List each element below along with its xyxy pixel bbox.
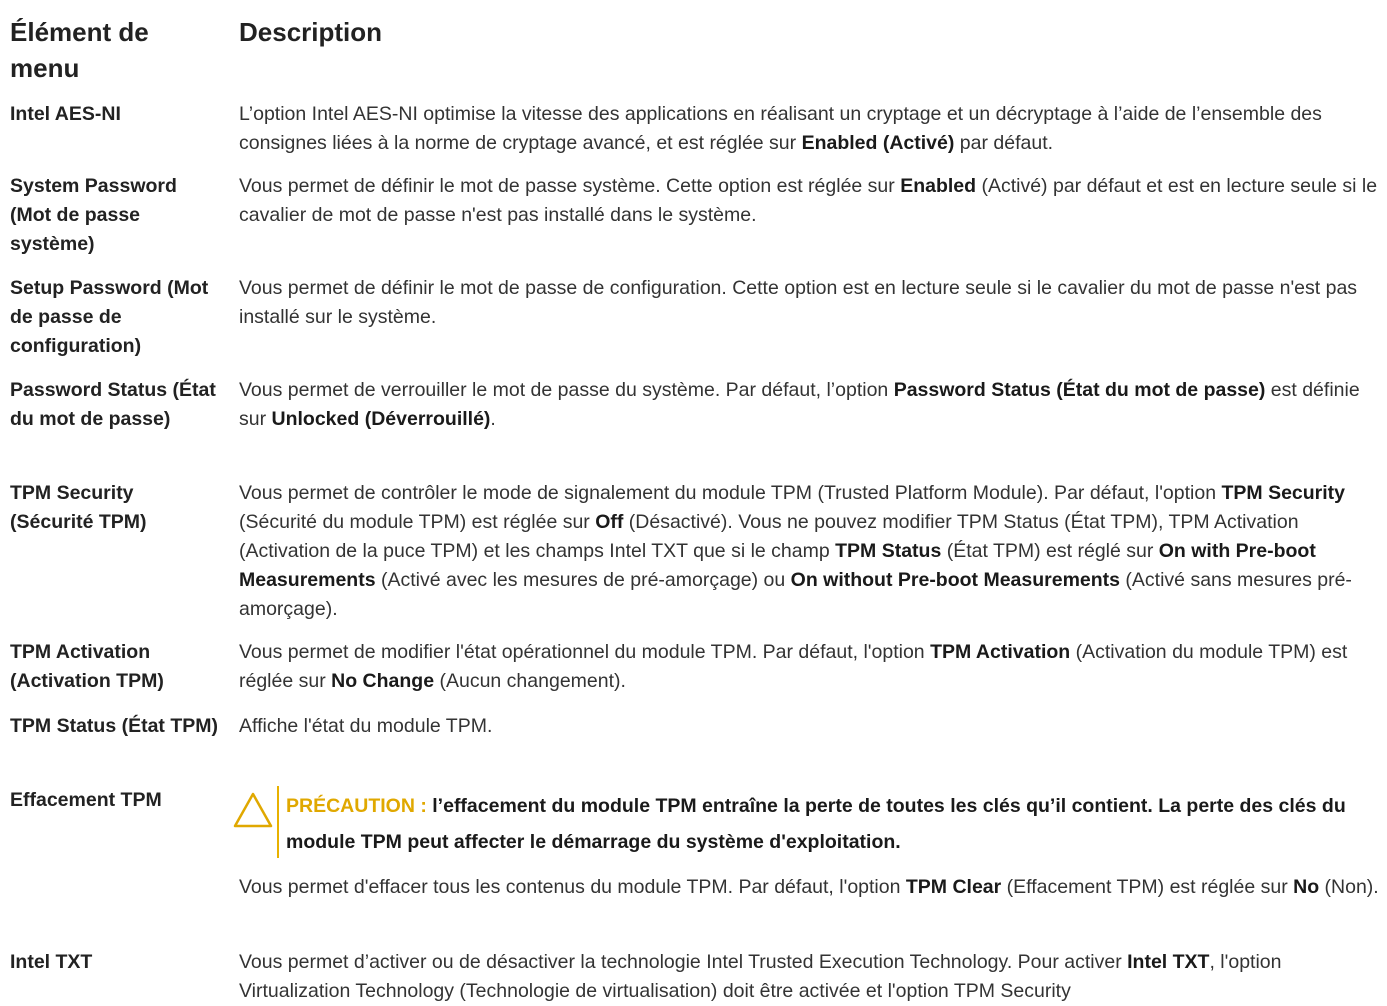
- warning-triangle-icon: [233, 792, 273, 828]
- desc-intel-txt: Vous permet d’activer ou de désactiver l…: [239, 951, 1282, 1002]
- term-intel-txt: Intel TXT: [10, 951, 93, 973]
- desc-tpm-clear: Vous permet d'effacer tous les contenus …: [239, 876, 1379, 898]
- caution-label: PRÉCAUTION :: [286, 795, 427, 817]
- desc-system-password: Vous permet de définir le mot de passe s…: [239, 175, 1378, 226]
- header-menu-item: Élément de menu: [10, 17, 149, 83]
- term-intel-aes-ni: Intel AES-NI: [10, 103, 121, 125]
- desc-setup-password: Vous permet de définir le mot de passe d…: [239, 277, 1358, 328]
- desc-tpm-status: Affiche l'état du module TPM.: [239, 715, 493, 737]
- desc-tpm-security: Vous permet de contrôler le mode de sign…: [239, 482, 1352, 620]
- header-description: Description: [239, 17, 383, 47]
- term-system-password: System Password (Mot de passe système): [10, 175, 177, 255]
- caution-text: PRÉCAUTION : l’effacement du module TPM …: [286, 795, 1346, 853]
- caution-note: PRÉCAUTION : l’effacement du module TPM …: [233, 786, 1383, 858]
- term-tpm-activation: TPM Activation (Activation TPM): [10, 641, 164, 692]
- term-tpm-clear: Effacement TPM: [10, 789, 162, 811]
- desc-tpm-activation: Vous permet de modifier l'état opération…: [239, 641, 1348, 692]
- term-password-status: Password Status (État du mot de passe): [10, 379, 216, 430]
- term-tpm-status: TPM Status (État TPM): [10, 715, 218, 737]
- desc-intel-aes-ni: L’option Intel AES-NI optimise la vitess…: [239, 103, 1322, 154]
- term-setup-password: Setup Password (Mot de passe de configur…: [10, 277, 209, 357]
- caution-bar: [277, 786, 279, 858]
- desc-password-status: Vous permet de verrouiller le mot de pas…: [239, 379, 1360, 430]
- term-tpm-security: TPM Security (Sécurité TPM): [10, 482, 147, 533]
